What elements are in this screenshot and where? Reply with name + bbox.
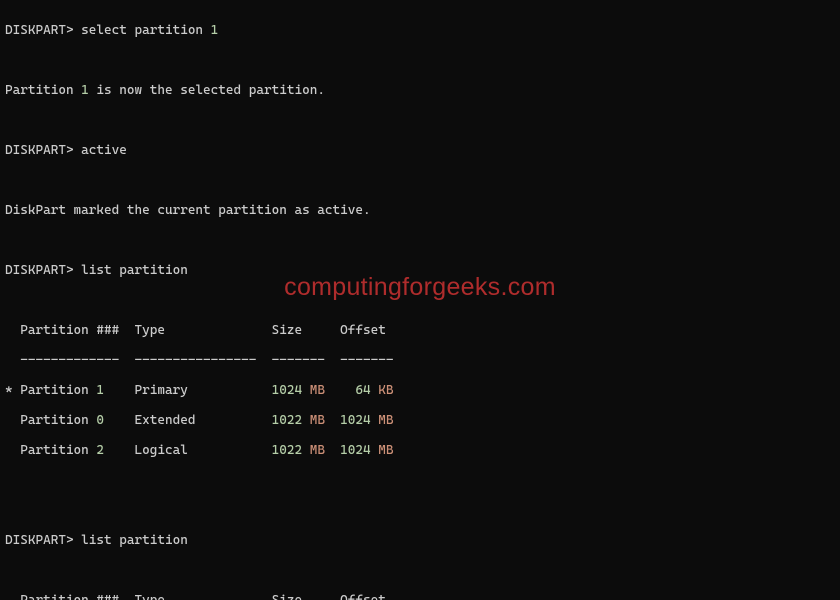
terminal-output[interactable]: DISKPART> select partition 1 Partition 1…: [0, 0, 840, 600]
blank-line: [5, 503, 835, 518]
table-row: Partition 0 Extended 1022 MB 1024 MB: [5, 413, 835, 428]
table-row: * Partition 1 Primary 1024 MB 64 KB: [5, 383, 835, 398]
table-row: Partition 2 Logical 1022 MB 1024 MB: [5, 443, 835, 458]
cmd-list-partition-2: DISKPART> list partition: [5, 533, 835, 548]
table-header: Partition ### Type Size Offset: [5, 323, 835, 338]
blank-line: [5, 53, 835, 68]
response-active-1: DiskPart marked the current partition as…: [5, 203, 835, 218]
blank-line: [5, 563, 835, 578]
blank-line: [5, 293, 835, 308]
blank-line: [5, 173, 835, 188]
cmd-active-1: DISKPART> active: [5, 143, 835, 158]
blank-line: [5, 473, 835, 488]
prompt-text: DISKPART> select partition: [5, 23, 211, 38]
cmd-arg: 1: [211, 23, 219, 38]
response-selected: Partition 1 is now the selected partitio…: [5, 83, 835, 98]
cmd-list-partition-1: DISKPART> list partition: [5, 263, 835, 278]
table-separator: ------------- ---------------- ------- -…: [5, 353, 835, 368]
cmd-select-partition-1: DISKPART> select partition 1: [5, 23, 835, 38]
blank-line: [5, 233, 835, 248]
table-header: Partition ### Type Size Offset: [5, 593, 835, 600]
blank-line: [5, 113, 835, 128]
